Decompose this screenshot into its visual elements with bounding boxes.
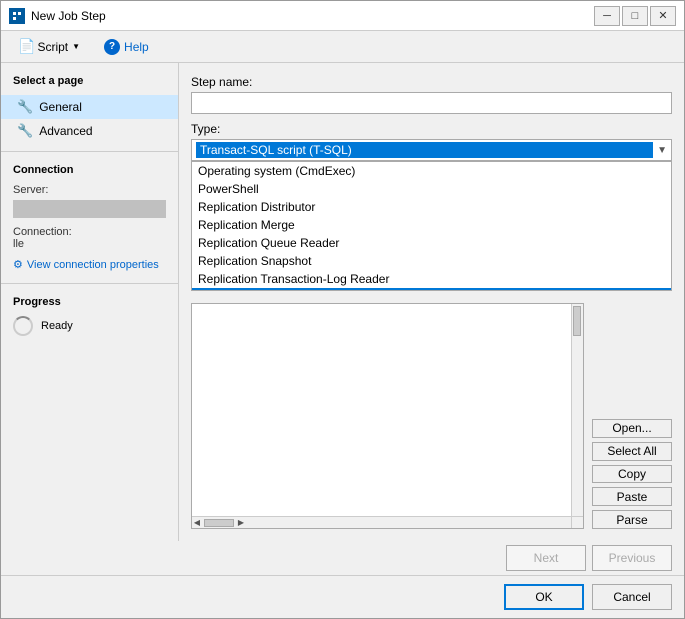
progress-content: Ready <box>1 312 178 340</box>
help-icon: ? <box>104 39 120 55</box>
maximize-button[interactable]: □ <box>622 6 648 26</box>
scroll-right-arrow[interactable]: ▶ <box>236 518 246 528</box>
type-option-5[interactable]: Replication Snapshot <box>192 252 671 270</box>
help-button[interactable]: ? Help <box>95 36 158 58</box>
type-selected-text: Transact-SQL script (T-SQL) <box>196 142 653 158</box>
editor-area[interactable]: ◀ ▶ <box>191 303 584 529</box>
paste-button[interactable]: Paste <box>592 487 672 506</box>
side-buttons: Open... Select All Copy Paste Parse <box>592 299 672 529</box>
sidebar-item-advanced[interactable]: 🔧 Advanced <box>1 119 178 143</box>
step-name-input[interactable] <box>191 92 672 114</box>
scroll-thumb-horizontal[interactable] <box>204 519 234 527</box>
type-option-6[interactable]: Replication Transaction-Log Reader <box>192 270 671 288</box>
scroll-thumb-vertical[interactable] <box>573 306 581 336</box>
editor-scrollbar-horizontal[interactable]: ◀ ▶ <box>192 516 571 528</box>
type-label: Type: <box>191 122 672 136</box>
progress-status: Ready <box>41 320 73 332</box>
sidebar-header: Select a page <box>1 71 178 95</box>
copy-button[interactable]: Copy <box>592 465 672 484</box>
connection-section-header: Connection <box>1 151 178 180</box>
help-label: Help <box>124 40 149 54</box>
type-select[interactable]: Transact-SQL script (T-SQL) ▼ <box>191 139 672 161</box>
sidebar: Select a page 🔧 General 🔧 Advanced Conne… <box>1 63 179 541</box>
type-section: Type: Transact-SQL script (T-SQL) ▼ Oper… <box>191 122 672 291</box>
type-option-7[interactable]: SQL Server Integration Services Package <box>192 288 671 291</box>
connection-label: Connection: lle <box>1 222 178 254</box>
general-icon: 🔧 <box>17 99 33 115</box>
script-icon: 📄 <box>18 38 35 55</box>
progress-section-header: Progress <box>1 283 178 312</box>
scroll-corner <box>571 516 583 528</box>
main-window: New Job Step ─ □ ✕ 📄 Script ▼ ? Help Sel… <box>0 0 685 619</box>
editor-scrollbar-vertical[interactable] <box>571 304 583 516</box>
type-option-4[interactable]: Replication Queue Reader <box>192 234 671 252</box>
view-connection-label: View connection properties <box>27 259 159 271</box>
minimize-button[interactable]: ─ <box>594 6 620 26</box>
close-button[interactable]: ✕ <box>650 6 676 26</box>
type-option-1[interactable]: PowerShell <box>192 180 671 198</box>
window-title: New Job Step <box>31 9 594 23</box>
sidebar-item-general[interactable]: 🔧 General <box>1 95 178 119</box>
footer: OK Cancel <box>1 575 684 618</box>
editor-row: ◀ ▶ Open... Select All Copy Paste Parse <box>191 299 672 529</box>
ok-button[interactable]: OK <box>504 584 584 610</box>
cancel-button[interactable]: Cancel <box>592 584 672 610</box>
step-name-label: Step name: <box>191 75 672 89</box>
main-panel: Step name: Type: Transact-SQL script (T-… <box>179 63 684 541</box>
type-option-3[interactable]: Replication Merge <box>192 216 671 234</box>
content-area: Select a page 🔧 General 🔧 Advanced Conne… <box>1 63 684 541</box>
type-option-2[interactable]: Replication Distributor <box>192 198 671 216</box>
type-dropdown-list: Operating system (CmdExec) PowerShell Re… <box>191 161 672 291</box>
select-all-button[interactable]: Select All <box>592 442 672 461</box>
scroll-left-arrow[interactable]: ◀ <box>192 518 202 528</box>
server-label: Server: <box>1 180 178 200</box>
previous-button[interactable]: Previous <box>592 545 672 571</box>
script-button[interactable]: 📄 Script ▼ <box>9 35 89 58</box>
type-dropdown-arrow: ▼ <box>657 145 667 156</box>
advanced-icon: 🔧 <box>17 123 33 139</box>
titlebar-controls: ─ □ ✕ <box>594 6 676 26</box>
type-option-0[interactable]: Operating system (CmdExec) <box>192 162 671 180</box>
connection-value: lle <box>13 238 24 250</box>
next-button[interactable]: Next <box>506 545 586 571</box>
sidebar-item-general-label: General <box>39 100 82 114</box>
step-name-group: Step name: <box>191 75 672 114</box>
view-connection-properties-link[interactable]: ⚙ View connection properties <box>1 254 178 275</box>
connection-properties-icon: ⚙ <box>13 258 23 271</box>
window-icon <box>9 8 25 24</box>
script-dropdown-arrow: ▼ <box>72 42 80 51</box>
toolbar: 📄 Script ▼ ? Help <box>1 31 684 63</box>
titlebar: New Job Step ─ □ ✕ <box>1 1 684 31</box>
progress-spinner <box>13 316 33 336</box>
script-label: Script <box>37 40 68 54</box>
sidebar-item-advanced-label: Advanced <box>39 124 92 138</box>
scroll-arrows-horizontal: ◀ ▶ <box>192 518 246 528</box>
open-button[interactable]: Open... <box>592 419 672 438</box>
nav-footer: Next Previous <box>1 541 684 575</box>
parse-button[interactable]: Parse <box>592 510 672 529</box>
